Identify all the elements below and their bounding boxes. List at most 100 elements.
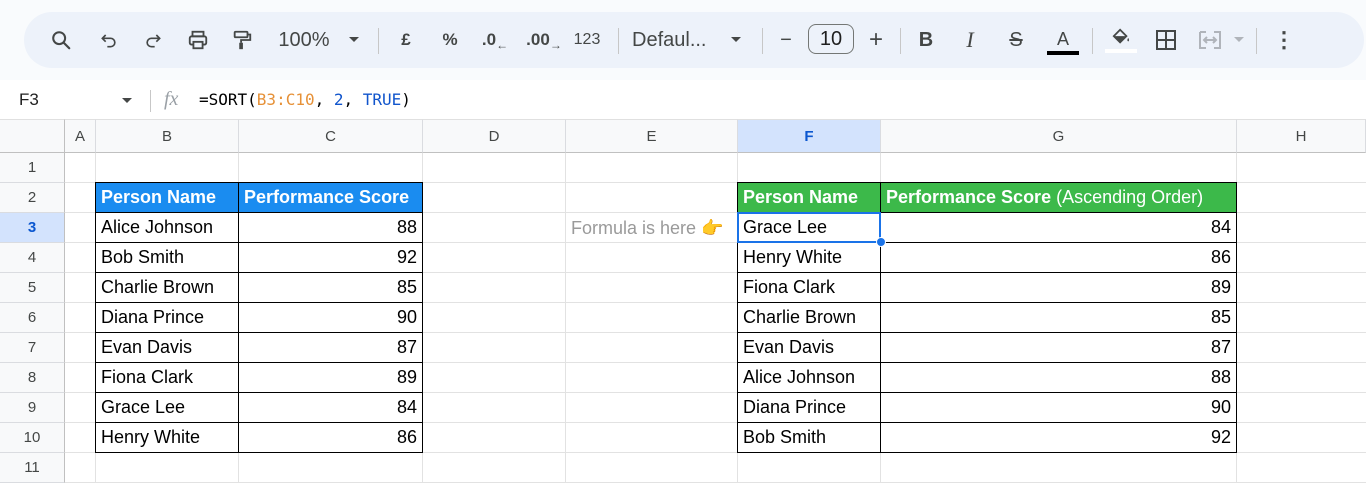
- sorted-name-cell[interactable]: Charlie Brown: [738, 303, 881, 333]
- column-header-a[interactable]: A: [65, 119, 96, 153]
- paint-format-icon[interactable]: [228, 12, 256, 68]
- source-name-cell[interactable]: Fiona Clark: [96, 363, 239, 393]
- toolbar-divider: [1256, 28, 1257, 54]
- column-header-e[interactable]: E: [566, 119, 738, 153]
- more-options-label: ⋮: [1273, 27, 1295, 52]
- source-header-performance-score[interactable]: Performance Score: [239, 183, 423, 213]
- sorted-score-cell[interactable]: 85: [881, 303, 1237, 333]
- decrease-font-size-button[interactable]: −: [774, 12, 798, 68]
- number-format-button[interactable]: 123: [570, 12, 604, 68]
- percent-format-button[interactable]: %: [438, 12, 462, 68]
- fill-handle[interactable]: [876, 237, 886, 247]
- font-dropdown-icon[interactable]: [726, 12, 746, 68]
- formula-location-note: Formula is here 👉: [571, 218, 724, 238]
- sorted-name-cell[interactable]: Diana Prince: [738, 393, 881, 423]
- formula-input[interactable]: =SORT(B3:C10, 2, TRUE): [199, 90, 411, 109]
- decrease-decimal-button[interactable]: .0 ←: [478, 12, 512, 68]
- bold-button[interactable]: B: [914, 12, 938, 68]
- source-name-cell[interactable]: Grace Lee: [96, 393, 239, 423]
- more-options-icon[interactable]: ⋮: [1272, 12, 1296, 68]
- spreadsheet-grid[interactable]: A B C D E F G H 1 2 3 4 5 6 7 8 9 10 11 Person Name Performa…: [0, 119, 1366, 484]
- row-header-2[interactable]: 2: [0, 183, 65, 213]
- redo-icon[interactable]: [140, 12, 166, 68]
- fill-color-button[interactable]: [1104, 12, 1138, 68]
- row-header-8[interactable]: 8: [0, 363, 65, 393]
- row-header-7[interactable]: 7: [0, 333, 65, 363]
- column-header-f[interactable]: F: [738, 119, 881, 153]
- toolbar-divider: [1092, 28, 1093, 54]
- source-score-cell[interactable]: 85: [239, 273, 423, 303]
- column-header-b[interactable]: B: [96, 119, 239, 153]
- sorted-header-performance-score[interactable]: Performance Score (Ascending Order): [881, 183, 1237, 213]
- sorted-name-cell[interactable]: Henry White: [738, 243, 881, 273]
- toolbar: 100% £ % .0 ← .00 → 123 Defaul... − 10 + B…: [24, 12, 1364, 68]
- sorted-score-cell[interactable]: 89: [881, 273, 1237, 303]
- merge-dropdown-icon[interactable]: [1232, 12, 1246, 68]
- sorted-name-cell[interactable]: Evan Davis: [738, 333, 881, 363]
- toolbar-divider: [900, 28, 901, 54]
- zoom-select[interactable]: 100%: [274, 12, 334, 68]
- font-select[interactable]: Defaul...: [632, 12, 716, 68]
- sorted-score-cell[interactable]: 87: [881, 333, 1237, 363]
- source-header-person-name[interactable]: Person Name: [96, 183, 239, 213]
- strikethrough-button[interactable]: S: [1004, 12, 1028, 68]
- borders-icon[interactable]: [1152, 12, 1180, 68]
- sorted-score-cell[interactable]: 88: [881, 363, 1237, 393]
- row-header-4[interactable]: 4: [0, 243, 65, 273]
- cell-reference: F3: [19, 90, 39, 109]
- font-size-value: 10: [819, 27, 843, 50]
- row-header-9[interactable]: 9: [0, 393, 65, 423]
- source-score-cell[interactable]: 92: [239, 243, 423, 273]
- sorted-name-cell[interactable]: Alice Johnson: [738, 363, 881, 393]
- row-header-6[interactable]: 6: [0, 303, 65, 333]
- source-name-cell[interactable]: Alice Johnson: [96, 213, 239, 243]
- increase-decimal-button[interactable]: .00 →: [524, 12, 564, 68]
- name-box-dropdown-icon[interactable]: [120, 90, 134, 115]
- row-header-5[interactable]: 5: [0, 273, 65, 303]
- source-name-cell[interactable]: Evan Davis: [96, 333, 239, 363]
- arrow-right-icon: →: [549, 38, 562, 52]
- source-score-cell[interactable]: 89: [239, 363, 423, 393]
- sorted-name-cell[interactable]: Fiona Clark: [738, 273, 881, 303]
- sorted-score-cell[interactable]: 90: [881, 393, 1237, 423]
- sorted-header-person-name[interactable]: Person Name: [738, 183, 881, 213]
- undo-icon[interactable]: [96, 12, 122, 68]
- name-box[interactable]: F3: [19, 90, 39, 110]
- source-score-cell[interactable]: 87: [239, 333, 423, 363]
- row-header-3[interactable]: 3: [0, 213, 65, 243]
- column-header-h[interactable]: H: [1237, 119, 1366, 153]
- source-score-cell[interactable]: 88: [239, 213, 423, 243]
- increase-font-size-button[interactable]: +: [864, 12, 888, 68]
- currency-format-button[interactable]: £: [394, 12, 418, 68]
- strikethrough-icon: S: [1009, 28, 1023, 51]
- search-menus-icon[interactable]: [46, 12, 76, 68]
- print-icon[interactable]: [184, 12, 212, 68]
- sorted-name-cell[interactable]: Bob Smith: [738, 423, 881, 453]
- merge-cells-icon[interactable]: [1194, 12, 1226, 68]
- zoom-dropdown-icon[interactable]: [344, 12, 364, 68]
- text-color-icon: A: [1056, 28, 1069, 49]
- italic-button[interactable]: I: [958, 12, 982, 68]
- row-header-10[interactable]: 10: [0, 423, 65, 453]
- currency-label: £: [401, 30, 411, 49]
- sorted-score-cell[interactable]: 86: [881, 243, 1237, 273]
- source-score-cell[interactable]: 84: [239, 393, 423, 423]
- source-score-cell[interactable]: 86: [239, 423, 423, 453]
- row-header-1[interactable]: 1: [0, 153, 65, 183]
- font-size-input[interactable]: 10: [808, 24, 854, 54]
- select-all-corner[interactable]: [0, 119, 65, 153]
- row-header-11[interactable]: 11: [0, 453, 65, 483]
- sorted-header-order-note: (Ascending Order): [1051, 187, 1204, 207]
- sorted-score-cell[interactable]: 92: [881, 423, 1237, 453]
- source-score-cell[interactable]: 90: [239, 303, 423, 333]
- text-color-swatch: [1047, 50, 1079, 55]
- source-name-cell[interactable]: Diana Prince: [96, 303, 239, 333]
- text-color-button[interactable]: A: [1046, 12, 1080, 68]
- source-name-cell[interactable]: Henry White: [96, 423, 239, 453]
- source-name-cell[interactable]: Bob Smith: [96, 243, 239, 273]
- sorted-score-cell[interactable]: 84: [881, 213, 1237, 243]
- column-header-c[interactable]: C: [239, 119, 423, 153]
- column-header-g[interactable]: G: [881, 119, 1237, 153]
- column-header-d[interactable]: D: [423, 119, 566, 153]
- source-name-cell[interactable]: Charlie Brown: [96, 273, 239, 303]
